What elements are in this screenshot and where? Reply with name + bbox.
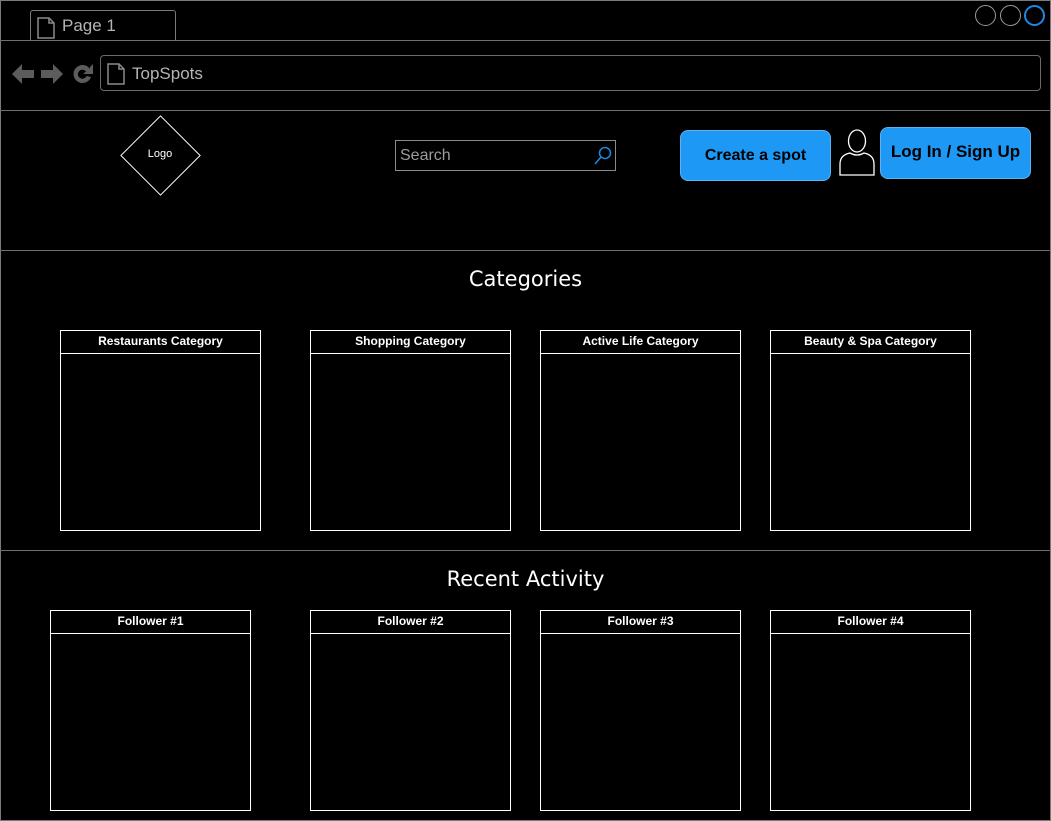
section-divider [0, 550, 1051, 551]
document-icon [37, 17, 55, 39]
category-card-title: Active Life Category [541, 331, 740, 354]
create-spot-button[interactable]: Create a spot [680, 130, 831, 181]
nav-bar-divider [0, 110, 1051, 111]
user-icon[interactable] [839, 128, 875, 176]
follower-card-3[interactable]: Follower #3 [540, 610, 741, 811]
address-bar[interactable]: TopSpots [100, 55, 1041, 91]
login-signup-button[interactable]: Log In / Sign Up [880, 127, 1031, 179]
follower-card-title: Follower #1 [51, 611, 250, 634]
category-card-title: Restaurants Category [61, 331, 260, 354]
category-card-active-life[interactable]: Active Life Category [540, 330, 741, 531]
follower-card-title: Follower #4 [771, 611, 970, 634]
follower-card-title: Follower #2 [311, 611, 510, 634]
category-card-title: Shopping Category [311, 331, 510, 354]
tab-bar-divider [0, 40, 1051, 41]
search-input[interactable] [396, 141, 591, 170]
follower-card-4[interactable]: Follower #4 [770, 610, 971, 811]
browser-tab[interactable]: Page 1 [30, 10, 176, 41]
window-close-button[interactable] [1024, 5, 1045, 26]
logo-text: Logo [147, 148, 173, 160]
categories-title: Categories [468, 267, 583, 291]
window-maximize-button[interactable] [1000, 5, 1021, 26]
document-icon [107, 63, 125, 85]
tab-label: Page 1 [62, 16, 116, 35]
follower-card-title: Follower #3 [541, 611, 740, 634]
follower-card-1[interactable]: Follower #1 [50, 610, 251, 811]
category-card-shopping[interactable]: Shopping Category [310, 330, 511, 531]
follower-card-2[interactable]: Follower #2 [310, 610, 511, 811]
category-card-beauty-spa[interactable]: Beauty & Spa Category [770, 330, 971, 531]
window-minimize-button[interactable] [975, 5, 996, 26]
address-text: TopSpots [132, 64, 203, 83]
recent-activity-title: Recent Activity [446, 567, 605, 591]
category-card-title: Beauty & Spa Category [771, 331, 970, 354]
header-divider [0, 250, 1051, 251]
search-box[interactable] [395, 140, 616, 171]
reload-icon[interactable] [71, 62, 95, 86]
forward-arrow-icon[interactable] [40, 62, 64, 86]
category-card-restaurants[interactable]: Restaurants Category [60, 330, 261, 531]
back-arrow-icon[interactable] [11, 62, 35, 86]
search-icon[interactable] [594, 146, 612, 166]
